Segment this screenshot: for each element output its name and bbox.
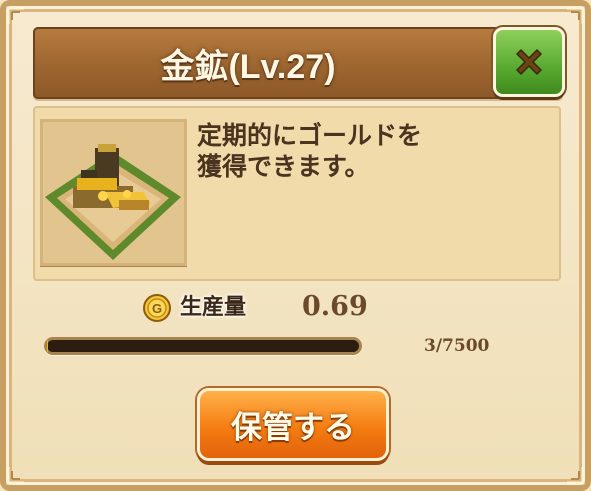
storage-count: 3/7500 <box>424 336 490 356</box>
store-button[interactable]: 保管する <box>197 388 389 461</box>
production-value: 0.69 <box>302 291 368 322</box>
svg-text:G: G <box>152 301 162 316</box>
close-button[interactable] <box>493 27 565 97</box>
store-button-label: 保管する <box>231 410 355 446</box>
dialog-title: 金鉱(Lv.27) <box>160 47 336 86</box>
corner-ornament-bottom-right <box>551 451 585 485</box>
close-x-icon <box>516 49 542 75</box>
storage-progress-bar <box>44 337 362 355</box>
gold-coin-icon: G <box>142 293 172 323</box>
building-thumbnail <box>40 119 187 266</box>
production-label: 生産量 <box>180 295 247 320</box>
building-description: 定期的にゴールドを 獲得できます。 <box>197 121 423 181</box>
corner-ornament-bottom-left <box>6 451 40 485</box>
gold-mine-building-image <box>43 122 184 263</box>
